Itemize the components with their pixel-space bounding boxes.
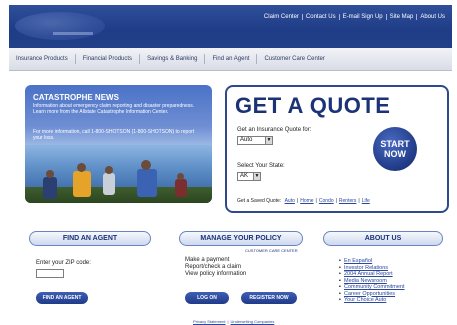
footer-privacy-link[interactable]: Privacy Statement bbox=[191, 319, 227, 324]
quote-type-label: Get an Insurance Quote for: bbox=[237, 127, 312, 133]
start-now-line1: START bbox=[380, 139, 410, 149]
photo-person-head bbox=[77, 163, 86, 172]
top-link-site-map[interactable]: Site Map bbox=[385, 14, 417, 20]
log-on-button[interactable]: LOG ON bbox=[185, 292, 229, 304]
zip-input[interactable] bbox=[36, 269, 64, 278]
saved-quote-renters[interactable]: Renters bbox=[337, 198, 359, 204]
nav-customer-care-center[interactable]: Customer Care Center bbox=[257, 54, 331, 64]
logo-tagline-bar bbox=[53, 32, 93, 35]
manage-policy-header: MANAGE YOUR POLICY bbox=[179, 231, 303, 246]
footer-links: Privacy Statement | Underwriting Companies bbox=[191, 319, 277, 324]
catastrophe-contact: For more information, call 1-800-SHOTSON… bbox=[33, 129, 195, 141]
about-us-links: ▪ En Español ▪ Investor Relations ▪ 2004 An… bbox=[339, 258, 449, 304]
customer-care-tag: CUSTOMER CARE CENTER bbox=[245, 248, 298, 253]
catastrophe-news-panel[interactable]: CATASTROPHE NEWS Information about emerg… bbox=[25, 85, 212, 203]
start-now-line2: NOW bbox=[384, 149, 406, 159]
photo-person-head bbox=[46, 170, 54, 178]
state-value: AK bbox=[240, 173, 249, 179]
find-agent-button[interactable]: FIND AN AGENT bbox=[36, 292, 88, 304]
photo-person bbox=[73, 171, 91, 197]
nav-savings-banking[interactable]: Savings & Banking bbox=[140, 54, 206, 64]
start-now-button[interactable]: START NOW bbox=[373, 127, 417, 171]
top-links: Claim Center Contact Us E-mail Sign Up S… bbox=[261, 14, 448, 20]
policy-line-info: View policy information bbox=[185, 271, 247, 277]
footer-underwriting-link[interactable]: Underwriting Companies bbox=[229, 319, 277, 324]
saved-quote-label: Get a Saved Quote: bbox=[237, 198, 282, 204]
get-a-quote-panel: GET A QUOTE Get an Insurance Quote for: … bbox=[225, 85, 449, 213]
find-agent-header: FIND AN AGENT bbox=[29, 231, 151, 246]
top-link-about-us[interactable]: About Us bbox=[416, 14, 448, 20]
chevron-down-icon: ▼ bbox=[253, 173, 260, 180]
about-link-your-choice-auto[interactable]: ▪ Your Choice Auto bbox=[339, 297, 449, 304]
state-select[interactable]: AK ▼ bbox=[237, 172, 261, 181]
saved-quote-home[interactable]: Home bbox=[298, 198, 315, 204]
saved-quote-condo[interactable]: Condo bbox=[317, 198, 336, 204]
register-now-button[interactable]: REGISTER NOW bbox=[241, 292, 297, 304]
catastrophe-body: Information about emergency claim report… bbox=[33, 103, 195, 115]
nav-financial-products[interactable]: Financial Products bbox=[76, 54, 141, 64]
photo-person-head bbox=[177, 173, 184, 180]
saved-quote-row: Get a Saved Quote: Auto | Home | Condo | Rente… bbox=[237, 198, 372, 204]
top-link-contact-us[interactable]: Contact Us bbox=[301, 14, 339, 20]
policy-line-claim: Report/check a claim bbox=[185, 264, 242, 270]
main-nav: Insurance Products Financial Products Sa… bbox=[9, 48, 452, 71]
site-logo[interactable] bbox=[15, 10, 105, 44]
top-link-email-signup[interactable]: E-mail Sign Up bbox=[338, 14, 386, 20]
insurance-type-value: Auto bbox=[240, 137, 253, 143]
site-header: Claim Center Contact Us E-mail Sign Up S… bbox=[9, 5, 452, 48]
photo-person bbox=[137, 169, 157, 197]
zip-label: Enter your ZIP code: bbox=[36, 260, 91, 266]
photo-person bbox=[103, 173, 115, 195]
chevron-down-icon: ▼ bbox=[265, 137, 272, 144]
insurance-type-select[interactable]: Auto ▼ bbox=[237, 136, 273, 145]
photo-person-head bbox=[105, 166, 113, 174]
nav-insurance-products[interactable]: Insurance Products bbox=[9, 54, 76, 64]
nav-find-an-agent[interactable]: Find an Agent bbox=[205, 54, 258, 64]
logo-emblem bbox=[15, 12, 105, 40]
catastrophe-title: CATASTROPHE NEWS bbox=[33, 93, 119, 102]
photo-person bbox=[43, 177, 57, 199]
quote-state-label: Select Your State: bbox=[237, 163, 285, 169]
photo-person bbox=[175, 179, 187, 197]
policy-line-payment: Make a payment bbox=[185, 257, 230, 263]
quote-title: GET A QUOTE bbox=[235, 93, 391, 118]
saved-quote-auto[interactable]: Auto bbox=[283, 198, 297, 204]
photo-person-head bbox=[141, 160, 151, 170]
about-us-header: ABOUT US bbox=[323, 231, 443, 246]
saved-quote-life[interactable]: Life bbox=[360, 198, 372, 204]
top-link-claim-center[interactable]: Claim Center bbox=[261, 14, 302, 20]
